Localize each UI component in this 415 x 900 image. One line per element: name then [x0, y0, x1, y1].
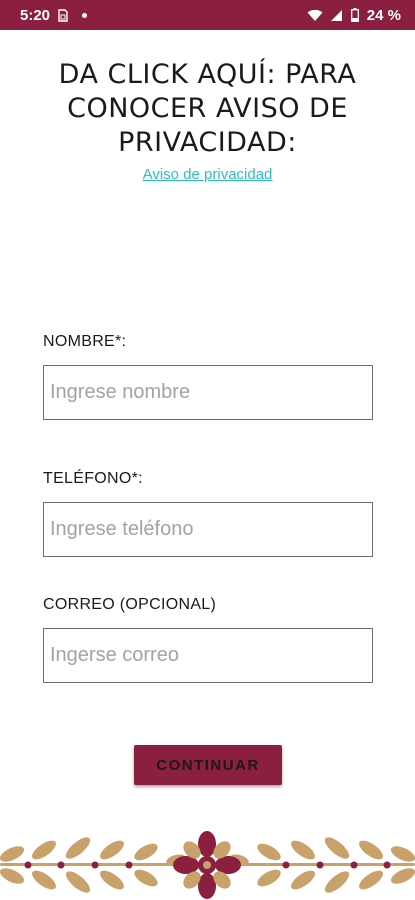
- status-right: 24 %: [307, 7, 401, 24]
- name-label: NOMBRE*:: [43, 333, 127, 350]
- email-label: CORREO (OPCIONAL): [43, 596, 217, 613]
- status-time: 5:20: [20, 6, 51, 24]
- signal-icon: [330, 9, 343, 22]
- wifi-icon: [307, 9, 323, 22]
- continue-button[interactable]: CONTINUAR: [134, 745, 282, 785]
- status-left: 5:20: [20, 6, 88, 24]
- privacy-title: DA CLICK AQUÍ: PARA CONOCER AVISO DE PRI…: [58, 59, 357, 158]
- email-input[interactable]: [43, 628, 373, 683]
- phone-label: TELÉFONO*:: [43, 470, 143, 487]
- battery-icon: [350, 8, 359, 22]
- center-flower-icon: [173, 831, 241, 899]
- app-screen: 5:20 24 % DA CLICK AQUÍ: PARA CONOCER AV…: [0, 0, 415, 900]
- battery-percent: 24 %: [366, 6, 401, 24]
- privacy-notice-link[interactable]: Aviso de privacidad: [0, 166, 415, 183]
- floral-border-decoration: [0, 831, 415, 899]
- notification-dot-icon: [82, 12, 88, 18]
- phone-input[interactable]: [43, 502, 373, 557]
- status-bar: 5:20 24 %: [0, 0, 415, 30]
- name-input[interactable]: [43, 365, 373, 420]
- sim-card-icon: [58, 8, 68, 22]
